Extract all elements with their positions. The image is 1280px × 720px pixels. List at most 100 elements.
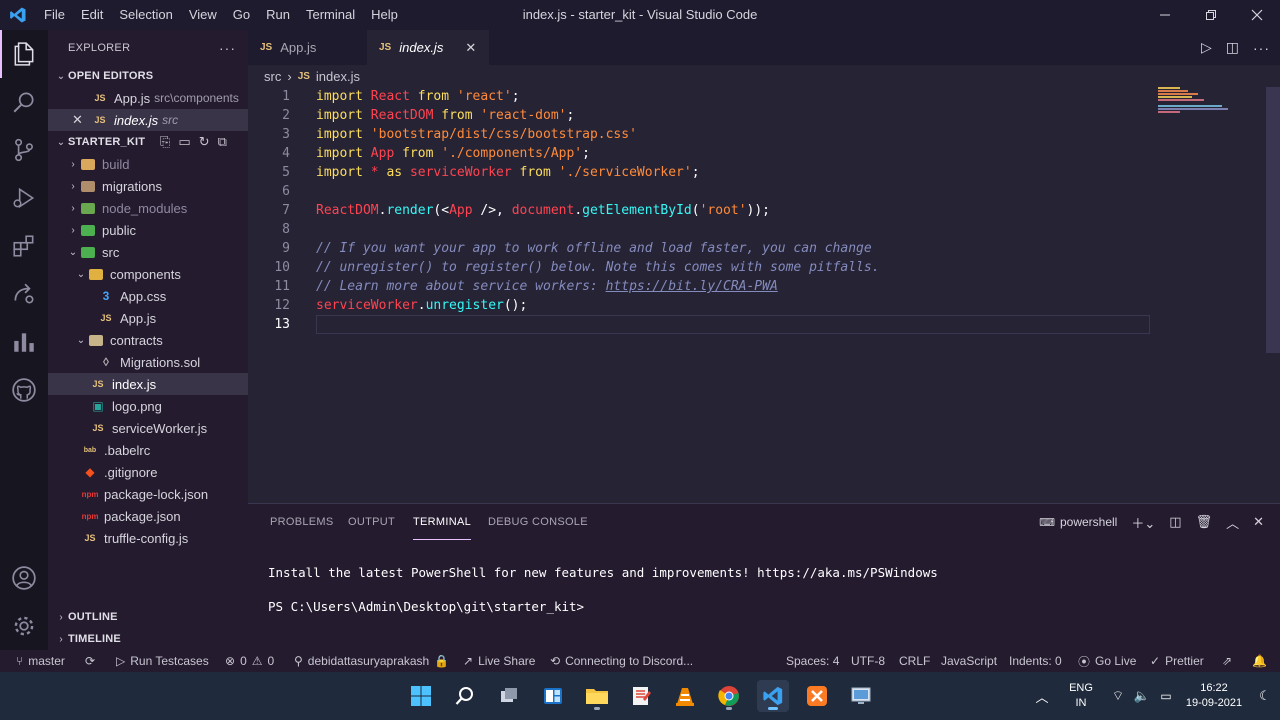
code-line[interactable]: 11 // Learn more about service workers: h… [248,277,1248,296]
new-terminal-icon[interactable]: ＋⌄ [1131,513,1155,532]
code-token[interactable]: https://bit.ly/CRA-PWA [606,279,778,294]
tree-folder[interactable]: › build [48,153,248,175]
clock[interactable]: 16:22 19-09-2021 [1178,681,1250,711]
trash-icon[interactable]: 🗑 [1196,514,1213,530]
taskbar-search-button[interactable] [449,680,481,712]
terminal-prompt[interactable]: PS C:\Users\Admin\Desktop\git\starter_ki… [268,599,584,614]
tree-folder[interactable]: › migrations [48,175,248,197]
live-share-activity[interactable] [0,270,48,318]
tree-file[interactable]: JS truffle-config.js [48,527,248,549]
menu-view[interactable]: View [181,0,225,30]
menu-go[interactable]: Go [225,0,258,30]
code-line[interactable]: 13 [248,315,1248,334]
code-line[interactable]: 7 ReactDOM.render(<App />, document.getEl… [248,201,1248,220]
minimize-button[interactable] [1142,0,1188,30]
tree-file[interactable]: 3 App.css [48,285,248,307]
discord-status[interactable]: ⟲ Connecting to Discord... [550,650,693,672]
tree-file[interactable]: npm package.json [48,505,248,527]
menu-selection[interactable]: Selection [111,0,180,30]
vlc-button[interactable] [669,680,701,712]
close-panel-icon[interactable]: ✕ [1253,514,1264,530]
new-folder-icon[interactable]: ▭ [178,134,190,150]
source-control-activity[interactable] [0,126,48,174]
notepad-app-button[interactable] [625,680,657,712]
close-tab-icon[interactable]: ✕ [465,40,476,56]
encoding[interactable]: UTF-8 [851,650,885,672]
run-debug-activity[interactable] [0,174,48,222]
tree-file[interactable]: JS App.js [48,307,248,329]
remote-desktop-button[interactable] [845,680,877,712]
start-button[interactable] [405,680,437,712]
tree-folder[interactable]: › node_modules [48,197,248,219]
search-activity[interactable] [0,78,48,126]
user-account[interactable]: ⚲ debidattasuryaprakash 🔒 [294,650,449,672]
indentation[interactable]: Spaces: 4 [786,650,839,672]
code-line[interactable]: 10 // unregister() to register() below. N… [248,258,1248,277]
live-share[interactable]: ↗ Live Share [463,650,535,672]
restore-button[interactable] [1188,0,1234,30]
tab-terminal[interactable]: TERMINAL [413,504,472,540]
code-editor[interactable]: 1 import React from 'react'; 2 import React… [248,87,1280,502]
timeline-section[interactable]: › TIMELINE [48,628,248,650]
code-line[interactable]: 4 import App from './components/App'; [248,144,1248,163]
tab-app-js[interactable]: JS App.js [248,30,366,65]
close-icon[interactable]: ✕ [72,112,92,128]
wifi-icon[interactable]: ⌔ [1106,688,1130,704]
tree-file[interactable]: ◊ Migrations.sol [48,351,248,373]
outline-section[interactable]: › OUTLINE [48,606,248,628]
menu-run[interactable]: Run [258,0,298,30]
widgets-button[interactable] [537,680,569,712]
go-live[interactable]: ⦿ Go Live [1078,650,1136,672]
minimap[interactable] [1158,87,1268,115]
new-file-icon[interactable]: ⎘ [160,134,170,150]
line-endings[interactable]: CRLF [899,650,930,672]
code-line[interactable]: 8 [248,220,1248,239]
problems-indicator[interactable]: ⊗ 0 ⚠ 0 [225,650,274,672]
extensions-activity[interactable] [0,222,48,270]
chrome-button[interactable] [713,680,745,712]
code-line[interactable]: 6 [248,182,1248,201]
chevron-up-icon[interactable]: ︿ [1028,687,1056,706]
accounts-activity[interactable] [0,554,48,602]
file-explorer-button[interactable] [581,680,613,712]
tab-output[interactable]: OUTPUT [348,504,395,540]
tab-debug-console[interactable]: DEBUG CONSOLE [488,504,588,540]
bell-icon[interactable]: 🔔 [1252,650,1267,672]
analytics-activity[interactable] [0,318,48,366]
indents[interactable]: Indents: 0 [1009,650,1062,672]
menu-terminal[interactable]: Terminal [298,0,363,30]
code-line[interactable]: 3 import 'bootstrap/dist/css/bootstrap.cs… [248,125,1248,144]
run-icon[interactable]: ▷ [1201,39,1212,56]
open-editor-item[interactable]: JS App.js src\components [48,87,248,109]
battery-icon[interactable]: ▭ [1154,689,1178,703]
tree-file[interactable]: ◆ .gitignore [48,461,248,483]
code-line[interactable]: 1 import React from 'react'; [248,87,1248,106]
tree-folder[interactable]: ⌄ contracts [48,329,248,351]
menu-help[interactable]: Help [363,0,406,30]
tab-problems[interactable]: PROBLEMS [270,504,334,540]
feedback-icon[interactable]: ⇗ [1222,650,1232,672]
code-line[interactable]: 9 // If you want your app to work offline… [248,239,1248,258]
refresh-icon[interactable]: ↻ [199,134,210,150]
code-line[interactable]: 5 import * as serviceWorker from './servi… [248,163,1248,182]
tree-folder[interactable]: ⌄ components [48,263,248,285]
more-actions-icon[interactable]: ··· [1253,40,1270,56]
tree-file-selected[interactable]: JS index.js [48,373,248,395]
explorer-activity[interactable] [0,30,48,78]
tree-folder[interactable]: ⌄ src [48,241,248,263]
project-section[interactable]: ⌄ STARTER_KIT ⎘ ▭ ↻ ⧉ [48,131,248,153]
open-editor-item-active[interactable]: ✕ JS index.js src [48,109,248,131]
vertical-scrollbar[interactable] [1266,87,1280,353]
sync-icon[interactable]: ⟳ [85,650,95,672]
settings-activity[interactable] [0,602,48,650]
collapse-all-icon[interactable]: ⧉ [218,134,227,150]
more-actions-icon[interactable]: ··· [219,40,236,56]
xampp-button[interactable] [801,680,833,712]
terminal-selector[interactable]: ⌨ powershell [1039,515,1117,529]
prettier[interactable]: ✓ Prettier [1150,650,1204,672]
breadcrumb-file[interactable]: index.js [316,69,360,84]
split-editor-icon[interactable]: ◫ [1226,39,1239,56]
menu-edit[interactable]: Edit [73,0,111,30]
split-terminal-icon[interactable]: ◫ [1169,514,1181,530]
volume-icon[interactable]: 🔈 [1130,688,1154,704]
